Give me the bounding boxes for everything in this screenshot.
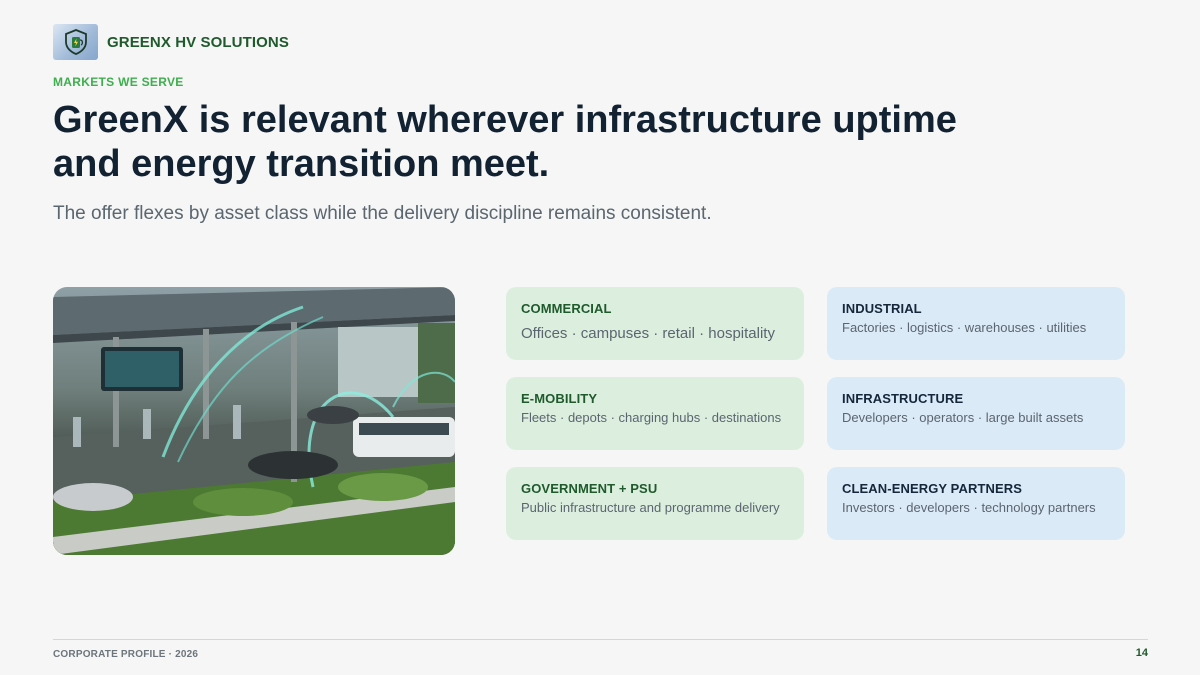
market-card-body: Public infrastructure and programme deli…: [521, 500, 780, 515]
market-card-body: Investors · developers · technology part…: [842, 500, 1096, 515]
page-number: 14: [1135, 647, 1148, 659]
market-card-title: INFRASTRUCTURE: [842, 391, 964, 406]
market-card-title: COMMERCIAL: [521, 301, 612, 316]
brand-name: GREENX HV SOLUTIONS: [107, 33, 289, 51]
market-card-commercial: COMMERCIAL Offices · campuses · retail ·…: [506, 287, 804, 360]
market-card-government-psu: GOVERNMENT + PSU Public infrastructure a…: [506, 467, 804, 540]
market-card-body: Developers · operators · large built ass…: [842, 410, 1084, 425]
market-card-body: Factories · logistics · warehouses · uti…: [842, 320, 1087, 335]
market-card-industrial: INDUSTRIAL Factories · logistics · wareh…: [827, 287, 1125, 360]
market-card-infrastructure: INFRASTRUCTURE Developers · operators · …: [827, 377, 1125, 450]
market-card-e-mobility: E-MOBILITY Fleets · depots · charging hu…: [506, 377, 804, 450]
market-card-title: CLEAN-ENERGY PARTNERS: [842, 481, 1023, 496]
ev-charger-shield-icon: [53, 24, 98, 60]
footer-divider: [53, 639, 1148, 640]
footer-label: CORPORATE PROFILE · 2026: [53, 649, 199, 660]
market-card-body: Offices · campuses · retail · hospitalit…: [521, 325, 775, 342]
market-card-clean-energy-partners: CLEAN-ENERGY PARTNERS Investors · develo…: [827, 467, 1125, 540]
page-title: GreenX is relevant wherever infrastructu…: [53, 99, 957, 185]
hero-image: [53, 287, 455, 555]
brand: GREENX HV SOLUTIONS: [53, 24, 289, 60]
market-card-body: Fleets · depots · charging hubs · destin…: [521, 410, 782, 425]
section-eyebrow: MARKETS WE SERVE: [53, 75, 184, 89]
page-subtitle: The offer flexes by asset class while th…: [53, 203, 712, 224]
market-card-title: E-MOBILITY: [521, 391, 598, 406]
market-card-title: INDUSTRIAL: [842, 301, 922, 316]
market-card-title: GOVERNMENT + PSU: [521, 481, 658, 496]
